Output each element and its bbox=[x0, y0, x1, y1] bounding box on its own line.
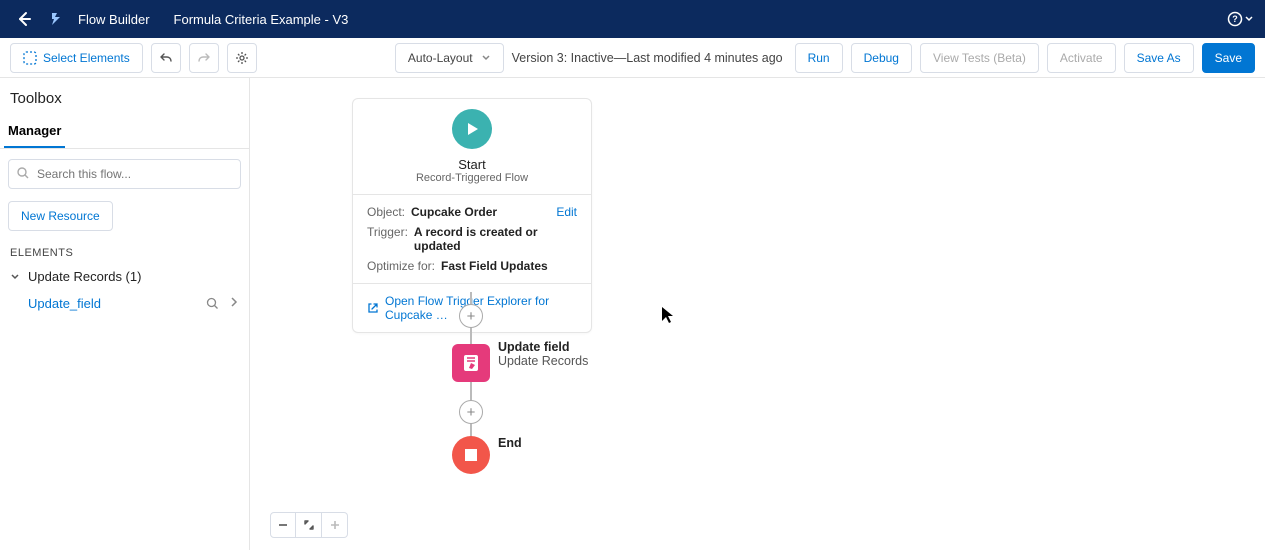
run-label: Run bbox=[808, 51, 830, 65]
flow-name: Formula Criteria Example - V3 bbox=[174, 12, 349, 27]
zoom-in-button[interactable] bbox=[322, 512, 348, 538]
edit-start-link[interactable]: Edit bbox=[556, 205, 577, 219]
optimize-value: Fast Field Updates bbox=[441, 259, 577, 273]
save-as-button[interactable]: Save As bbox=[1124, 43, 1194, 73]
end-node[interactable] bbox=[452, 436, 490, 474]
debug-label: Debug bbox=[864, 51, 899, 65]
version-text: Version 3: Inactive—Last modified 4 minu… bbox=[512, 51, 783, 65]
optimize-label: Optimize for: bbox=[367, 259, 435, 273]
chevron-down-icon bbox=[481, 53, 491, 63]
zoom-fit-button[interactable] bbox=[296, 512, 322, 538]
flow-canvas[interactable]: Start Record-Triggered Flow Object: Cupc… bbox=[250, 78, 1265, 550]
help-menu[interactable]: ? bbox=[1227, 11, 1253, 27]
elements-section-label: ELEMENTS bbox=[0, 239, 249, 263]
new-resource-button[interactable]: New Resource bbox=[8, 201, 113, 231]
layout-mode-dropdown[interactable]: Auto-Layout bbox=[395, 43, 504, 73]
mouse-cursor-icon bbox=[661, 306, 675, 324]
flow-builder-icon bbox=[46, 7, 70, 31]
back-button[interactable] bbox=[12, 7, 36, 31]
update-node-label: Update field Update Records bbox=[498, 340, 588, 368]
start-node[interactable]: Start Record-Triggered Flow Object: Cupc… bbox=[352, 98, 592, 333]
start-subtitle: Record-Triggered Flow bbox=[416, 172, 528, 184]
app-name: Flow Builder bbox=[78, 12, 150, 27]
trigger-value: A record is created or updated bbox=[414, 225, 577, 253]
redo-button[interactable] bbox=[189, 43, 219, 73]
toolbar: Select Elements Auto-Layout Version 3: I… bbox=[0, 38, 1265, 78]
toolbox-title: Toolbox bbox=[0, 78, 249, 115]
add-element-button[interactable]: + bbox=[459, 304, 483, 328]
object-label: Object: bbox=[367, 205, 405, 219]
layout-mode-label: Auto-Layout bbox=[408, 51, 473, 65]
run-button[interactable]: Run bbox=[795, 43, 843, 73]
undo-button[interactable] bbox=[151, 43, 181, 73]
update-node-title: Update field bbox=[498, 340, 588, 354]
end-node-title: End bbox=[498, 436, 522, 450]
app-header: Flow Builder Formula Criteria Example - … bbox=[0, 0, 1265, 38]
object-value: Cupcake Order bbox=[411, 205, 550, 219]
search-input[interactable] bbox=[8, 159, 241, 189]
start-icon bbox=[452, 109, 492, 149]
trigger-label: Trigger: bbox=[367, 225, 408, 239]
view-tests-label: View Tests (Beta) bbox=[933, 51, 1026, 65]
save-button[interactable]: Save bbox=[1202, 43, 1255, 73]
tree-group-label: Update Records (1) bbox=[28, 269, 141, 284]
settings-button[interactable] bbox=[227, 43, 257, 73]
select-elements-button[interactable]: Select Elements bbox=[10, 43, 143, 73]
chevron-right-icon[interactable] bbox=[229, 297, 239, 310]
update-records-icon bbox=[461, 353, 481, 373]
end-icon bbox=[464, 448, 478, 462]
add-element-button[interactable]: + bbox=[459, 400, 483, 424]
new-resource-label: New Resource bbox=[21, 209, 100, 223]
toolbox-panel: Toolbox Manager New Resource ELEMENTS Up… bbox=[0, 78, 250, 550]
view-tests-button: View Tests (Beta) bbox=[920, 43, 1039, 73]
zoom-out-button[interactable] bbox=[270, 512, 296, 538]
locate-icon[interactable] bbox=[206, 297, 219, 310]
external-link-icon bbox=[367, 302, 379, 314]
tab-manager[interactable]: Manager bbox=[4, 115, 65, 148]
update-records-node[interactable] bbox=[452, 344, 490, 382]
tree-item-update-field[interactable]: Update_field bbox=[0, 290, 249, 317]
zoom-controls bbox=[270, 512, 348, 538]
save-label: Save bbox=[1215, 51, 1242, 65]
chevron-down-icon bbox=[10, 272, 20, 282]
end-node-label: End bbox=[498, 436, 522, 450]
search-icon bbox=[16, 166, 30, 180]
tree-item-label: Update_field bbox=[28, 296, 101, 311]
activate-label: Activate bbox=[1060, 51, 1103, 65]
tree-group-update-records[interactable]: Update Records (1) bbox=[0, 263, 249, 290]
debug-button[interactable]: Debug bbox=[851, 43, 912, 73]
svg-text:?: ? bbox=[1232, 14, 1238, 24]
save-as-label: Save As bbox=[1137, 51, 1181, 65]
start-title: Start bbox=[458, 157, 485, 172]
activate-button: Activate bbox=[1047, 43, 1116, 73]
update-node-subtitle: Update Records bbox=[498, 354, 588, 368]
select-elements-label: Select Elements bbox=[43, 51, 130, 65]
